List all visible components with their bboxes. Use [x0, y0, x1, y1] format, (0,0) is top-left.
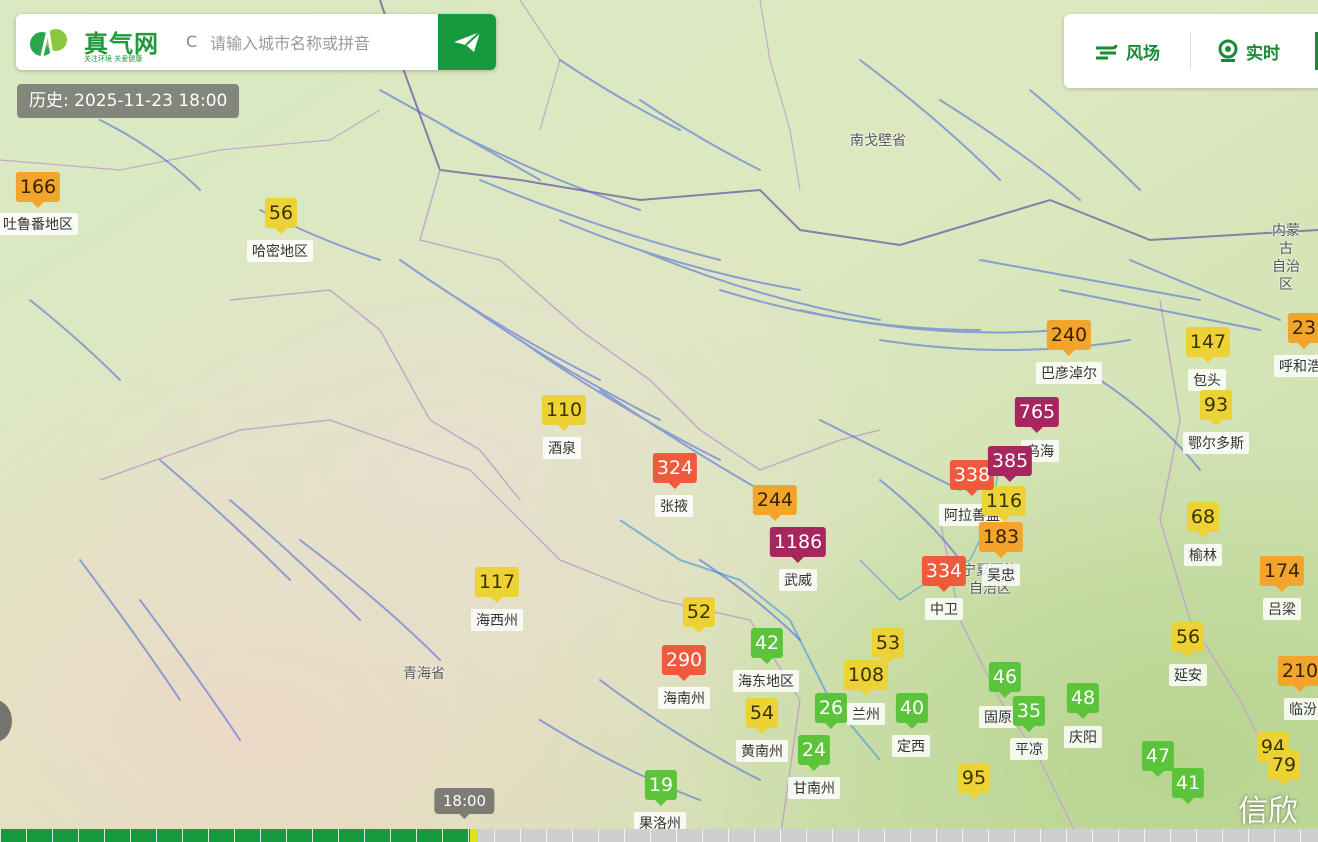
- aqi-marker[interactable]: 79: [1267, 750, 1301, 786]
- city-label[interactable]: 呼和浩: [1274, 355, 1318, 377]
- city-label[interactable]: 甘南州: [788, 777, 840, 799]
- aqi-marker[interactable]: 166: [15, 172, 61, 208]
- city-label[interactable]: 黄南州: [736, 740, 788, 762]
- city-label[interactable]: 海南州: [658, 687, 710, 709]
- city-label[interactable]: 巴彦淖尔: [1036, 362, 1102, 384]
- aqi-marker[interactable]: 40: [895, 693, 929, 729]
- watermark: 信欣: [1238, 794, 1298, 829]
- map-mode-panel: 风场 实时: [1064, 14, 1318, 88]
- refresh-icon[interactable]: C: [186, 32, 197, 51]
- city-label[interactable]: 酒泉: [543, 437, 581, 459]
- divider: [1190, 32, 1191, 70]
- leaf-logo-icon: [30, 29, 67, 57]
- map[interactable]: 南戈壁省 内蒙古 自治区 青海省 宁夏回族 自治区 吐鲁番地区 哈密地区 酒泉 …: [0, 0, 1318, 842]
- aqi-marker[interactable]: 385: [987, 446, 1033, 482]
- aqi-marker[interactable]: 110: [541, 395, 587, 431]
- timeline-track[interactable]: [0, 829, 1318, 842]
- aqi-marker[interactable]: 324: [652, 453, 698, 489]
- aqi-marker[interactable]: 48: [1066, 683, 1100, 719]
- region-label: 南戈壁省: [850, 133, 906, 149]
- aqi-marker[interactable]: 210: [1277, 656, 1318, 692]
- city-label[interactable]: 临汾: [1284, 698, 1318, 720]
- aqi-marker[interactable]: 174: [1259, 556, 1305, 592]
- aqi-marker[interactable]: 23: [1287, 313, 1318, 349]
- city-label[interactable]: 榆林: [1184, 544, 1222, 566]
- city-label[interactable]: 张掖: [655, 495, 693, 517]
- aqi-marker[interactable]: 68: [1186, 502, 1220, 538]
- aqi-marker[interactable]: 147: [1185, 327, 1231, 363]
- aqi-marker[interactable]: 116: [981, 486, 1027, 522]
- realtime-label: 实时: [1246, 43, 1280, 64]
- terrain-background: [0, 0, 1318, 842]
- region-label: 青海省: [403, 666, 445, 682]
- timeline-handle[interactable]: [470, 829, 479, 842]
- city-label[interactable]: 吴忠: [982, 564, 1020, 586]
- aqi-marker[interactable]: 117: [474, 567, 520, 603]
- city-label[interactable]: 武威: [779, 569, 817, 591]
- city-label[interactable]: 庆阳: [1064, 726, 1102, 748]
- site-logo[interactable]: 真气网 关注环境 关爱健康: [28, 22, 168, 63]
- live-icon: [1218, 39, 1238, 62]
- aqi-marker[interactable]: 765: [1014, 397, 1060, 433]
- aqi-marker[interactable]: 35: [1012, 696, 1046, 732]
- aqi-marker[interactable]: 334: [921, 556, 967, 592]
- city-label[interactable]: 吕梁: [1263, 598, 1301, 620]
- history-timestamp: 历史: 2025-11-23 18:00: [17, 84, 240, 118]
- city-label[interactable]: 固原: [979, 706, 1017, 728]
- aqi-marker[interactable]: 244: [752, 485, 798, 521]
- wind-field-button[interactable]: 风场: [1094, 14, 1160, 88]
- city-label[interactable]: 海西州: [471, 609, 523, 631]
- timeline-time-label: 18:00: [434, 788, 495, 819]
- aqi-marker[interactable]: 93: [1199, 390, 1233, 426]
- aqi-marker[interactable]: 24: [797, 735, 831, 771]
- aqi-marker[interactable]: 42: [750, 628, 784, 664]
- aqi-marker[interactable]: 108: [843, 660, 889, 696]
- city-label[interactable]: 哈密地区: [247, 240, 313, 262]
- city-label[interactable]: 平凉: [1010, 738, 1048, 760]
- city-label[interactable]: 中卫: [925, 598, 963, 620]
- send-icon: [454, 31, 481, 52]
- wind-field-label: 风场: [1126, 43, 1160, 64]
- city-label[interactable]: 吐鲁番地区: [0, 213, 78, 235]
- logo-slogan: 关注环境 关爱健康: [84, 55, 143, 63]
- city-label[interactable]: 鄂尔多斯: [1183, 432, 1249, 454]
- aqi-marker[interactable]: 41: [1171, 768, 1205, 804]
- aqi-marker[interactable]: 52: [682, 597, 716, 633]
- search-submit-button[interactable]: [438, 14, 496, 70]
- aqi-marker[interactable]: 47: [1141, 741, 1175, 777]
- aqi-marker[interactable]: 290: [661, 645, 707, 681]
- timeline-ticks: [0, 829, 1318, 842]
- aqi-marker[interactable]: 56: [1171, 622, 1205, 658]
- realtime-button[interactable]: 实时: [1216, 14, 1280, 88]
- aqi-marker[interactable]: 240: [1046, 320, 1092, 356]
- aqi-marker[interactable]: 46: [988, 662, 1022, 698]
- city-label[interactable]: 兰州: [847, 703, 885, 725]
- search-input[interactable]: [208, 28, 442, 58]
- aqi-marker[interactable]: 53: [871, 628, 905, 664]
- search-bar: 真气网 关注环境 关爱健康 C: [16, 14, 496, 70]
- aqi-marker[interactable]: 56: [264, 198, 298, 234]
- region-label: 内蒙古 自治区: [1272, 223, 1300, 293]
- city-label[interactable]: 定西: [892, 735, 930, 757]
- city-label[interactable]: 海东地区: [733, 670, 799, 692]
- aqi-marker[interactable]: 19: [644, 770, 678, 806]
- aqi-marker[interactable]: 54: [745, 698, 779, 734]
- wind-icon: [1096, 44, 1118, 60]
- aqi-marker[interactable]: 1186: [769, 527, 827, 563]
- aqi-marker[interactable]: 26: [814, 693, 848, 729]
- aqi-marker[interactable]: 95: [957, 763, 991, 799]
- city-label[interactable]: 包头: [1188, 369, 1226, 391]
- aqi-marker[interactable]: 183: [978, 522, 1024, 558]
- city-label[interactable]: 延安: [1169, 664, 1207, 686]
